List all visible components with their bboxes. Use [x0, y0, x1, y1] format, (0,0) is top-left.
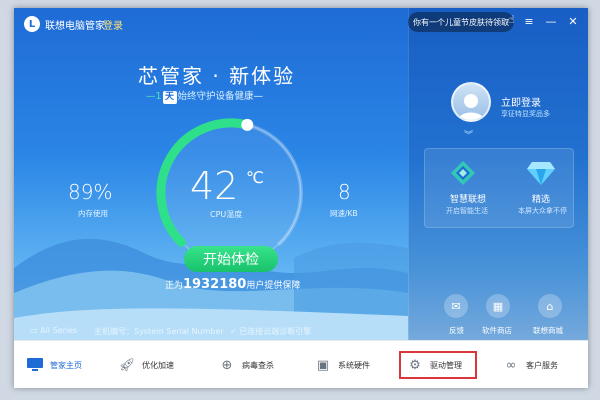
- shop-label[interactable]: 联想商城: [533, 325, 563, 336]
- nav-label-home: 管家主页: [50, 360, 82, 370]
- skin-promo-banner[interactable]: 你有一个儿童节皮肤待领取: [408, 12, 514, 32]
- cloud-status: ✓ 已连接云端诊断引擎: [230, 326, 311, 337]
- protected-users-count: 1932180: [183, 277, 247, 292]
- shield-plus-icon: ⊕: [221, 357, 233, 373]
- feedback-label[interactable]: 反馈: [449, 325, 464, 336]
- hero-headline: 芯管家 · 新体验: [138, 64, 296, 88]
- cloud-status-text: 已连接云端诊断引擎: [239, 327, 312, 336]
- nav-item-virus[interactable]: ⊕ 病毒查杀: [218, 341, 274, 388]
- chip-icon: ▣: [316, 357, 330, 373]
- feature-sub-smart: 开启智能生活: [446, 207, 488, 215]
- start-checkup-button[interactable]: 开始体检: [184, 246, 278, 272]
- subline-prefix: —1: [146, 91, 162, 102]
- monitor-icon: ▭: [30, 326, 41, 335]
- protected-users-text: 正为1932180用户提供保障: [165, 277, 300, 292]
- pointer-hand-icon: ☝: [508, 13, 515, 26]
- device-series-text: All Series: [40, 326, 78, 335]
- network-speed-value: 8: [338, 180, 351, 204]
- user-avatar[interactable]: [451, 82, 491, 122]
- nav-label-optimize: 优化加速: [142, 360, 174, 370]
- app-logo: L: [24, 16, 40, 32]
- feature-sub-selected: 本屏大众拿不停: [518, 207, 567, 215]
- close-button[interactable]: ✕: [566, 14, 580, 28]
- rocket-icon: 🚀︎: [118, 357, 136, 373]
- shop-icon[interactable]: ⌂: [538, 294, 562, 318]
- chevron-down-icon[interactable]: ︾: [464, 128, 473, 141]
- app-title: 联想电脑管家: [45, 21, 105, 32]
- feedback-icon[interactable]: ✉: [444, 294, 468, 318]
- cpu-temperature-value: 42: [190, 164, 239, 208]
- cpu-temperature-label: CPU温度: [210, 210, 243, 219]
- login-link[interactable]: 登录: [103, 17, 123, 32]
- serial-number: 主机编号：System Serial Number: [94, 327, 224, 336]
- gauge-knob: [241, 118, 254, 131]
- handshake-icon: ∞: [505, 357, 517, 373]
- menu-button[interactable]: ≡: [522, 14, 536, 28]
- memory-usage-value: 89%: [68, 180, 113, 204]
- nav-item-optimize[interactable]: 🚀︎ 优化加速: [118, 341, 174, 388]
- nav-label-hardware: 系统硬件: [338, 360, 370, 370]
- user-silhouette-icon: [458, 94, 484, 120]
- main-panel: L 联想电脑管家 登录 你有一个儿童节皮肤待领取 ☝ ≡ — ✕ 芯管家 · 新…: [14, 8, 588, 340]
- nav-item-service[interactable]: ∞ 客户服务: [502, 341, 558, 388]
- protect-prefix: 正为: [165, 281, 184, 291]
- nav-label-virus: 病毒查杀: [242, 360, 274, 370]
- check-circle-icon: ✓: [230, 327, 240, 336]
- feature-title-smart[interactable]: 智慧联想: [450, 192, 486, 205]
- hero-subline: —1 天始终守护设备健康—: [146, 88, 263, 104]
- smart-lenovo-icon[interactable]: [450, 160, 476, 186]
- nav-label-service: 客户服务: [526, 360, 558, 370]
- subline-text: 始终守护设备健康—: [177, 91, 264, 102]
- driver-highlight-box: [399, 351, 477, 379]
- protect-suffix: 用户提供保障: [246, 281, 301, 291]
- day-badge: 天: [162, 91, 177, 104]
- minimize-button[interactable]: —: [544, 14, 558, 28]
- nav-item-home[interactable]: 管家主页: [26, 341, 82, 388]
- temperature-unit: ℃: [246, 168, 264, 187]
- network-speed-label: 网速/KB: [330, 209, 358, 218]
- store-label[interactable]: 软件商店: [482, 325, 512, 336]
- memory-usage-label: 内存使用: [78, 209, 108, 218]
- diamond-icon[interactable]: [526, 160, 556, 186]
- app-window: L 联想电脑管家 登录 你有一个儿童节皮肤待领取 ☝ ≡ — ✕ 芯管家 · 新…: [14, 8, 588, 388]
- monitor-icon: [26, 356, 44, 374]
- feature-title-selected[interactable]: 精选: [532, 192, 550, 205]
- nav-item-hardware[interactable]: ▣ 系统硬件: [314, 341, 370, 388]
- login-now-link[interactable]: 立即登录: [501, 94, 541, 109]
- login-subtitle: 享征特显奖品多: [501, 110, 550, 118]
- store-icon[interactable]: ▦: [486, 294, 510, 318]
- device-series: ▭ All Series: [30, 326, 77, 335]
- bottom-nav: 管家主页 🚀︎ 优化加速 ⊕ 病毒查杀 ▣ 系统硬件 ⚙ 驱动管理 ∞ 客户服务: [14, 340, 588, 388]
